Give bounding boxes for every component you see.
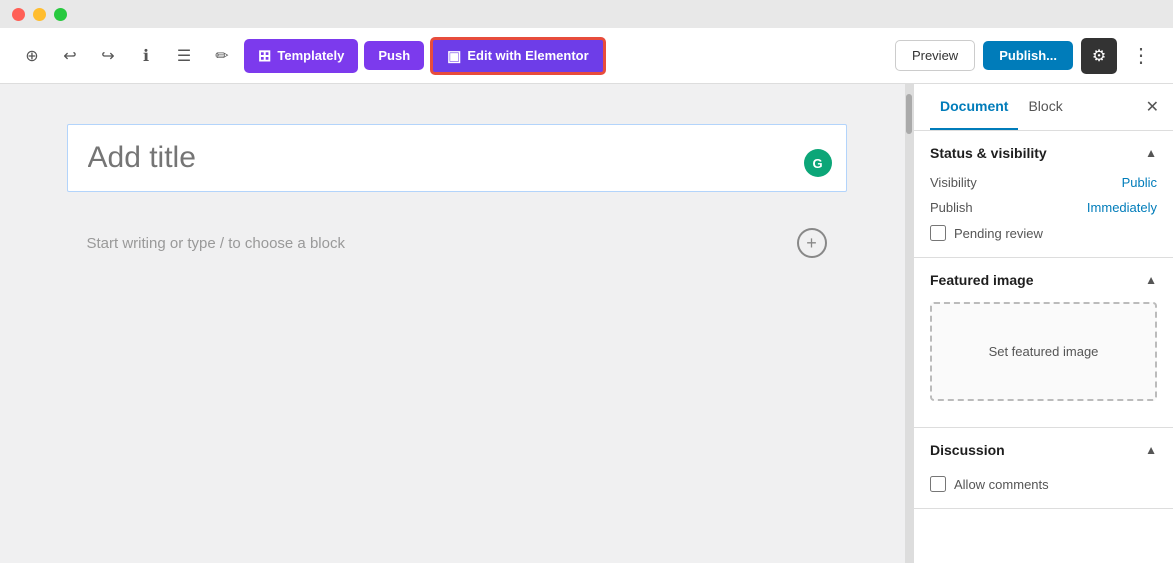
content-area: Start writing or type / to choose a bloc… xyxy=(67,208,847,278)
tab-document[interactable]: Document xyxy=(930,84,1018,130)
info-icon: ℹ xyxy=(143,46,149,66)
featured-image-header[interactable]: Featured image ▲ xyxy=(914,258,1173,302)
close-icon: ✕ xyxy=(1146,99,1159,116)
main-layout: G Start writing or type / to choose a bl… xyxy=(0,84,1173,563)
add-block-button[interactable]: + xyxy=(797,228,827,258)
preview-button[interactable]: Preview xyxy=(895,40,975,71)
settings-icon: ⚙ xyxy=(1092,46,1106,66)
content-placeholder: Start writing or type / to choose a bloc… xyxy=(87,235,345,252)
featured-image-section: Featured image ▲ Set featured image xyxy=(914,258,1173,428)
status-visibility-section: Status & visibility ▲ Visibility Public … xyxy=(914,131,1173,258)
tab-block[interactable]: Block xyxy=(1018,84,1072,130)
toolbar: ⊕ ↩ ↪ ℹ ☰ ✏ ⊞ Templately Push ▣ Edit wit… xyxy=(0,28,1173,84)
scroll-bar[interactable] xyxy=(905,84,913,563)
list-icon: ☰ xyxy=(177,46,191,66)
allow-comments-row: Allow comments xyxy=(930,476,1157,492)
pending-review-row: Pending review xyxy=(930,225,1157,241)
push-button[interactable]: Push xyxy=(364,41,424,70)
traffic-light-green[interactable] xyxy=(54,8,67,21)
sidebar: Document Block ✕ Status & visibility ▲ V… xyxy=(913,84,1173,563)
more-icon: ⋮ xyxy=(1131,43,1151,68)
discussion-content: Allow comments xyxy=(914,476,1173,508)
pending-review-label: Pending review xyxy=(954,226,1043,241)
discussion-header[interactable]: Discussion ▲ xyxy=(914,428,1173,472)
editor-area: G Start writing or type / to choose a bl… xyxy=(0,84,913,563)
redo-icon: ↪ xyxy=(101,46,114,66)
title-bar xyxy=(0,0,1173,28)
templately-button[interactable]: ⊞ Templately xyxy=(244,39,358,73)
elementor-icon: ▣ xyxy=(447,47,461,65)
featured-image-chevron: ▲ xyxy=(1145,273,1157,287)
toolbar-right: Preview Publish... ⚙ ⋮ xyxy=(895,38,1157,74)
title-input[interactable] xyxy=(88,141,826,175)
more-options-button[interactable]: ⋮ xyxy=(1125,40,1157,72)
undo-button[interactable]: ↩ xyxy=(54,40,86,72)
featured-image-content: Set featured image xyxy=(914,302,1173,427)
editor-inner: G Start writing or type / to choose a bl… xyxy=(7,84,907,318)
visibility-row: Visibility Public xyxy=(930,175,1157,190)
allow-comments-label: Allow comments xyxy=(954,477,1049,492)
traffic-light-red[interactable] xyxy=(12,8,25,21)
status-visibility-chevron: ▲ xyxy=(1145,146,1157,160)
traffic-light-yellow[interactable] xyxy=(33,8,46,21)
publish-row: Publish Immediately xyxy=(930,200,1157,215)
scroll-thumb xyxy=(906,94,912,134)
status-visibility-header[interactable]: Status & visibility ▲ xyxy=(914,131,1173,175)
pen-icon: ✏ xyxy=(215,46,228,66)
edit-with-elementor-button[interactable]: ▣ Edit with Elementor xyxy=(430,37,606,75)
title-block: G xyxy=(67,124,847,192)
discussion-chevron: ▲ xyxy=(1145,443,1157,457)
redo-button[interactable]: ↪ xyxy=(92,40,124,72)
discussion-section: Discussion ▲ Allow comments xyxy=(914,428,1173,509)
add-icon: ⊕ xyxy=(25,46,38,66)
set-featured-image-button[interactable]: Set featured image xyxy=(930,302,1157,401)
publish-button[interactable]: Publish... xyxy=(983,41,1073,70)
info-button[interactable]: ℹ xyxy=(130,40,162,72)
publish-value[interactable]: Immediately xyxy=(1087,200,1157,215)
undo-icon: ↩ xyxy=(63,46,76,66)
toolbar-left: ⊕ ↩ ↪ ℹ ☰ ✏ ⊞ Templately Push ▣ Edit wit… xyxy=(16,37,887,75)
pending-review-checkbox[interactable] xyxy=(930,225,946,241)
add-button[interactable]: ⊕ xyxy=(16,40,48,72)
visibility-value[interactable]: Public xyxy=(1122,175,1157,190)
sidebar-tabs: Document Block ✕ xyxy=(914,84,1173,131)
status-visibility-content: Visibility Public Publish Immediately Pe… xyxy=(914,175,1173,257)
list-button[interactable]: ☰ xyxy=(168,40,200,72)
sidebar-close-button[interactable]: ✕ xyxy=(1146,97,1159,117)
grammarly-icon: G xyxy=(804,149,832,177)
add-block-icon: + xyxy=(806,233,817,254)
pen-button[interactable]: ✏ xyxy=(206,40,238,72)
templately-icon: ⊞ xyxy=(258,46,271,66)
allow-comments-checkbox[interactable] xyxy=(930,476,946,492)
settings-button[interactable]: ⚙ xyxy=(1081,38,1117,74)
